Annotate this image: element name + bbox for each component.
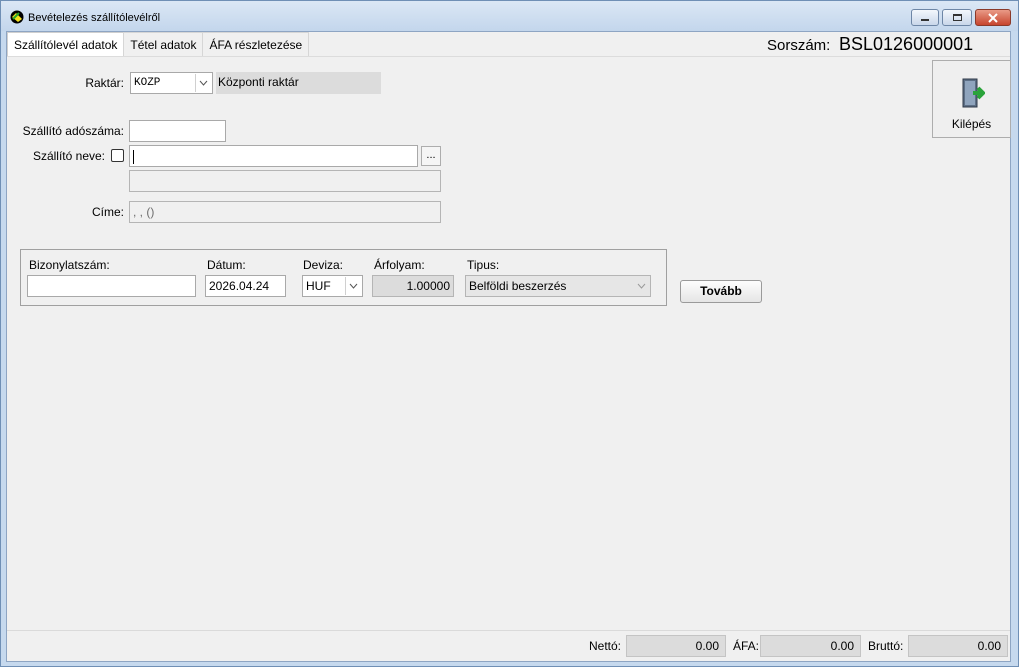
doc-number-field[interactable] — [27, 275, 196, 297]
vat-total: 0.00 — [760, 635, 861, 657]
currency-value: HUF — [306, 279, 331, 293]
tab-vat-details[interactable]: ÁFA részletezése — [202, 32, 310, 56]
gross-total: 0.00 — [908, 635, 1008, 657]
date-value: 2026.04.24 — [209, 279, 270, 293]
tax-number-label: Szállító adószáma: — [22, 124, 124, 138]
exit-button-label: Kilépés — [951, 117, 992, 131]
supplier-name-field[interactable] — [129, 145, 418, 167]
warehouse-name-text: Központi raktár — [218, 75, 299, 89]
tab-divider — [7, 56, 1010, 57]
warehouse-code: KOZP — [134, 77, 161, 89]
document-group: Bizonylatszám: Dátum: 2026.04.24 Deviza:… — [20, 249, 667, 306]
serial-value: BSL0126000001 — [839, 34, 974, 54]
address-label: Címe: — [91, 205, 124, 219]
tab-strip: Szállítólevél adatok Tétel adatok ÁFA ré… — [7, 32, 310, 57]
currency-select[interactable]: HUF — [302, 275, 363, 297]
exit-door-icon — [962, 78, 985, 108]
currency-label: Deviza: — [303, 258, 344, 272]
type-select[interactable]: Belföldi beszerzés — [465, 275, 651, 297]
supplier-checkbox[interactable] — [111, 149, 124, 162]
restore-icon — [952, 14, 962, 21]
app-icon — [10, 10, 24, 24]
browse-supplier-button[interactable]: ... — [421, 146, 441, 166]
vat-value: 0.00 — [830, 639, 854, 653]
rate-field: 1.00000 — [372, 275, 454, 297]
doc-number-label: Bizonylatszám: — [29, 258, 110, 272]
next-button[interactable]: Tovább — [680, 280, 762, 303]
net-total: 0.00 — [626, 635, 726, 657]
tax-number-field[interactable] — [129, 120, 226, 142]
title-bar[interactable]: Bevételezés szállítólevélről — [1, 1, 1018, 31]
chevron-down-icon[interactable] — [633, 277, 649, 295]
supplier-name-extra-field — [129, 170, 441, 192]
type-label: Tipus: — [467, 258, 500, 272]
gross-label: Bruttó: — [868, 639, 904, 653]
serial-label: Sorszám: — [767, 37, 831, 54]
warehouse-label: Raktár: — [85, 76, 124, 90]
close-button[interactable] — [975, 9, 1011, 26]
rate-value: 1.00000 — [406, 279, 450, 293]
minimize-button[interactable] — [911, 9, 939, 26]
warehouse-name: Központi raktár — [216, 72, 381, 94]
close-icon — [988, 12, 998, 23]
address-field: , , () — [129, 201, 441, 223]
vat-label: ÁFA: — [733, 639, 760, 653]
net-value: 0.00 — [695, 639, 719, 653]
tab-item-data[interactable]: Tétel adatok — [123, 32, 204, 56]
application-window: Bevételezés szállítólevélről Szállítólev… — [0, 0, 1019, 667]
client-area: Szállítólevél adatok Tétel adatok ÁFA ré… — [6, 31, 1011, 662]
totals-bar: Nettó: 0.00 ÁFA: 0.00 Bruttó: 0.00 — [7, 630, 1010, 661]
net-label: Nettó: — [589, 639, 622, 653]
chevron-down-icon[interactable] — [345, 277, 361, 295]
text-cursor — [133, 149, 134, 164]
date-label: Dátum: — [207, 258, 246, 272]
minimize-icon — [921, 19, 929, 21]
chevron-down-icon[interactable] — [195, 74, 211, 92]
tab-delivery-note-data[interactable]: Szállítólevél adatok — [7, 32, 125, 57]
gross-value: 0.00 — [977, 639, 1001, 653]
warehouse-select[interactable]: KOZP — [130, 72, 213, 94]
date-field[interactable]: 2026.04.24 — [205, 275, 286, 297]
exit-button[interactable]: Kilépés — [932, 60, 1011, 138]
supplier-name-label: Szállító neve: — [32, 149, 105, 163]
address-value: , , () — [133, 205, 155, 219]
maximize-button[interactable] — [942, 9, 972, 26]
window-title: Bevételezés szállítólevélről — [28, 12, 161, 24]
rate-label: Árfolyam: — [374, 258, 425, 272]
type-value: Belföldi beszerzés — [469, 279, 567, 293]
